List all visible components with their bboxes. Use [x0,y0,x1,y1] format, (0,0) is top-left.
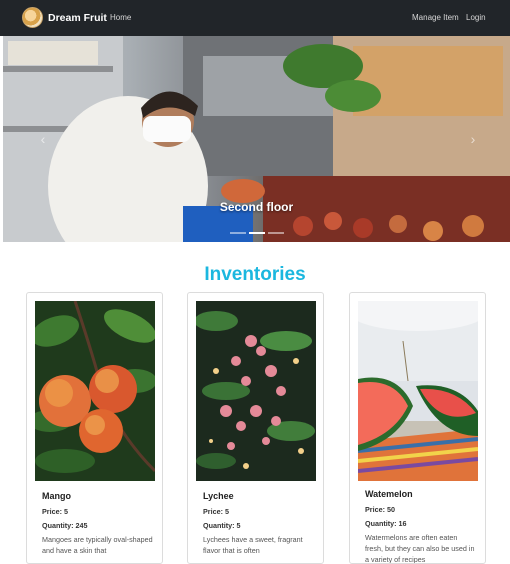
card-description: Mangoes are typically oval-shaped and ha… [42,535,153,555]
top-navbar: Dream Fruit Home Manage Item Login [0,0,510,36]
carousel-indicator[interactable] [267,232,284,234]
carousel-next-button[interactable]: › [463,124,483,154]
watermelon-image [358,301,478,481]
inventory-card-mango[interactable]: Mango Price: 5 Quantity: 245 Mangoes are… [26,292,163,564]
card-price: Price: 5 [42,507,68,516]
brand-logo [22,7,43,28]
nav-home-link[interactable]: Home [110,13,131,22]
inventory-card-watermelon[interactable]: Watemelon Price: 50 Quantity: 16 Waterme… [349,292,486,564]
card-title: Mango [42,491,71,501]
lychee-image [196,301,316,481]
carousel-prev-button[interactable]: ‹ [33,124,53,154]
carousel-indicators [3,232,510,234]
brand[interactable]: Dream Fruit [22,7,107,28]
card-quantity: Quantity: 5 [203,521,241,530]
brand-name: Dream Fruit [48,11,107,24]
nav-login-link[interactable]: Login [466,13,486,22]
carousel-caption: Second floor [219,200,294,214]
card-description: Watermelons are often eaten fresh, but t… [365,533,475,564]
carousel-indicator[interactable] [229,232,246,234]
card-quantity: Quantity: 16 [365,519,407,528]
card-quantity: Quantity: 245 [42,521,88,530]
carousel-indicator-active[interactable] [248,232,265,234]
mango-image [35,301,155,481]
nav-manage-item-link[interactable]: Manage Item [412,13,459,22]
card-title: Watemelon [365,489,413,499]
card-price: Price: 50 [365,505,395,514]
card-price: Price: 5 [203,507,229,516]
card-description: Lychees have a sweet, fragrant flavor th… [203,535,303,555]
card-title: Lychee [203,491,234,501]
inventory-card-lychee[interactable]: Lychee Price: 5 Quantity: 5 Lychees have… [187,292,324,564]
inventories-heading: Inventories [204,264,306,285]
hero-carousel: Second floor ‹ › [3,36,510,242]
